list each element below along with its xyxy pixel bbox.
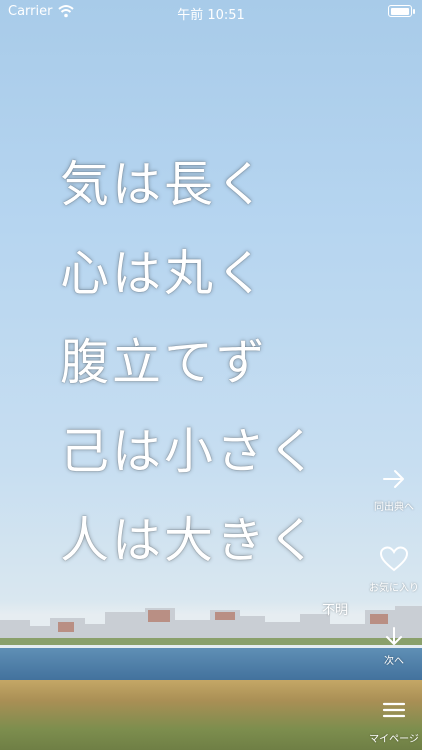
battery-icon: [388, 5, 412, 17]
quote-line: 気は長く: [60, 156, 269, 213]
quote-line: 己は小さく: [60, 423, 321, 480]
arrow-down-icon: [386, 627, 402, 645]
battery-tip: [413, 9, 415, 14]
heart-icon: [379, 546, 409, 572]
mypage-label: マイページ: [369, 734, 419, 745]
river-water: [0, 648, 422, 684]
favorite-button[interactable]: お気に入り: [362, 545, 422, 594]
quote-text: 気は長く 心は丸く 腹立てず 己は小さく 人は大きく: [60, 140, 320, 585]
next-button[interactable]: 次へ: [362, 626, 422, 667]
quote-line: 心は丸く: [60, 245, 269, 302]
quote-author: 不明: [322, 603, 349, 618]
status-bar: Carrier 午前 10:51: [0, 0, 422, 26]
menu-icon: [382, 702, 406, 718]
same-source-label: 同出典へ: [374, 502, 414, 513]
favorite-label: お気に入り: [369, 583, 419, 594]
next-label: 次へ: [384, 656, 404, 667]
clock: 午前 10:51: [177, 8, 245, 23]
arrow-right-icon: [383, 470, 404, 488]
mypage-button[interactable]: マイページ: [362, 700, 422, 745]
riverbank-grass: [0, 680, 422, 750]
quote-line: 人は大きく: [60, 512, 321, 569]
same-source-button[interactable]: 同出典へ: [362, 466, 422, 513]
city-skyline: [0, 606, 422, 645]
quote-line: 腹立てず: [60, 334, 269, 391]
